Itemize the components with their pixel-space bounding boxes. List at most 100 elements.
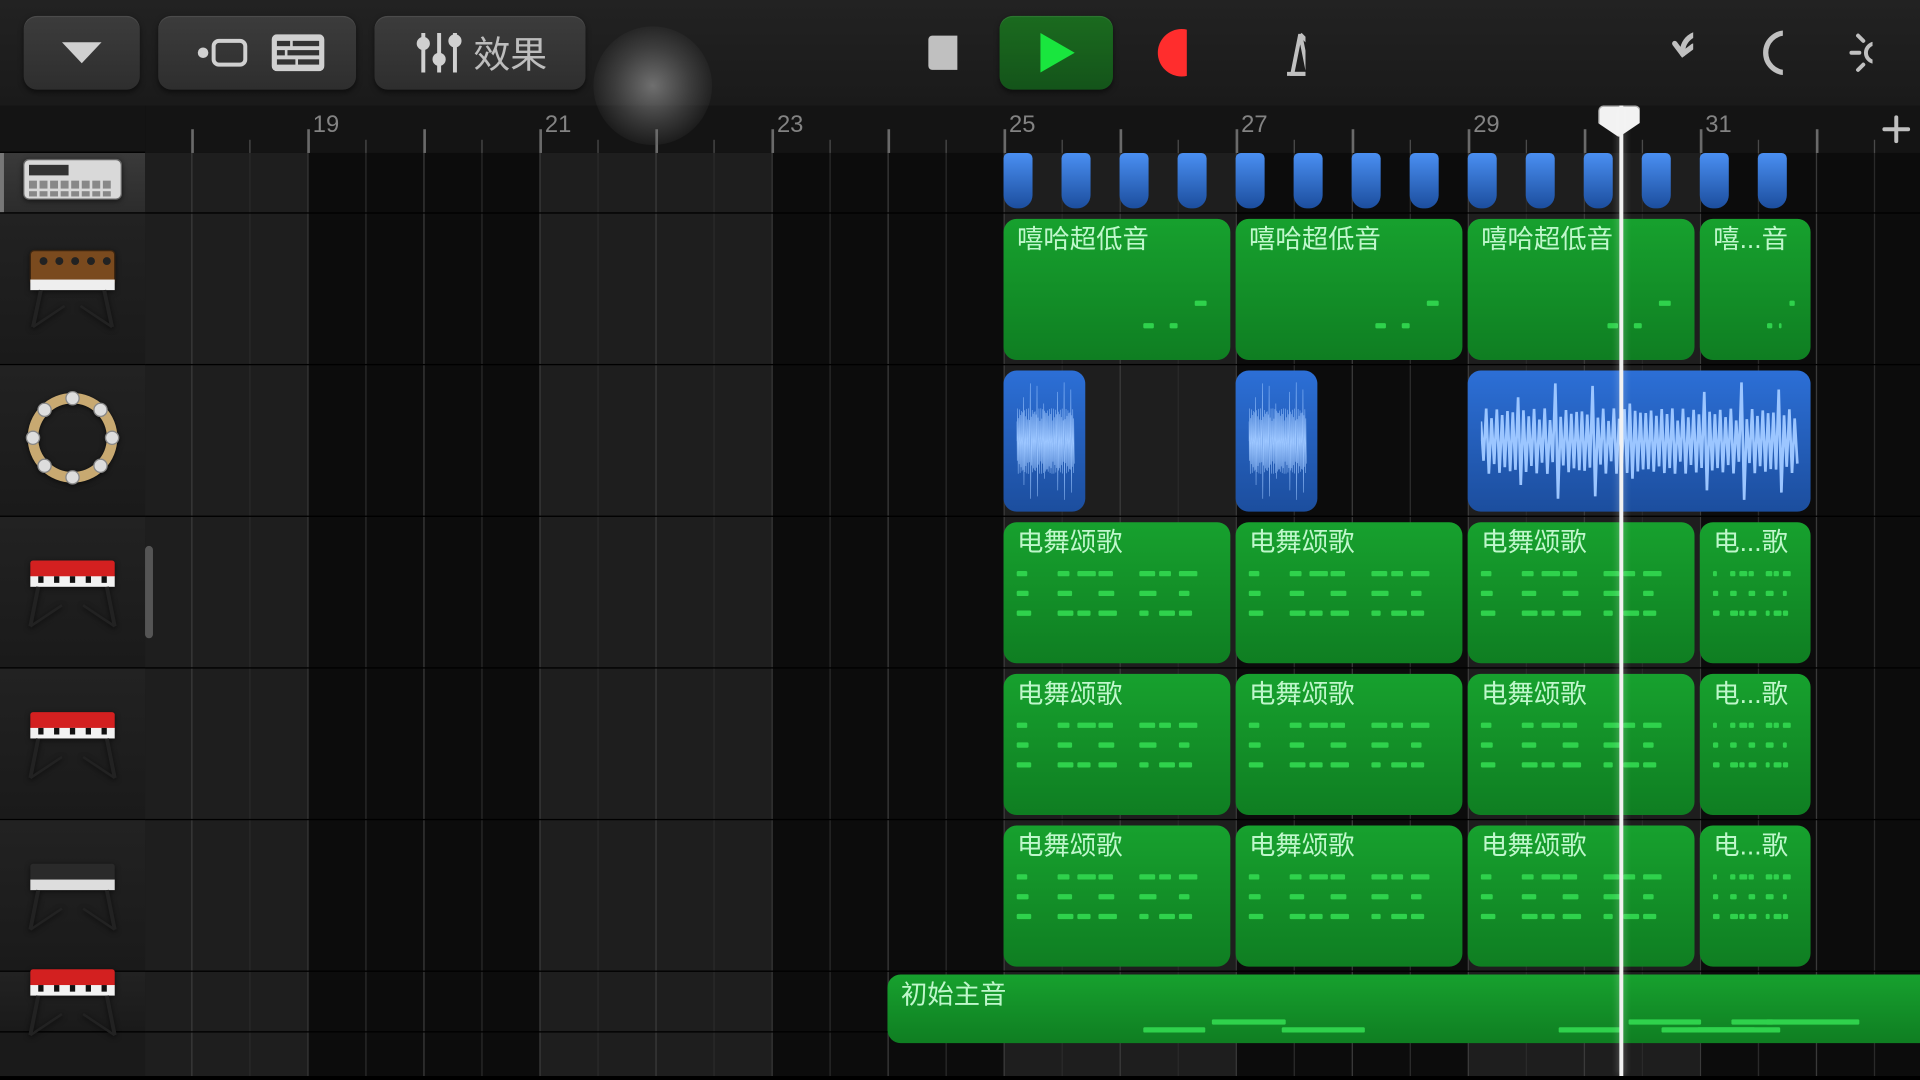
playhead[interactable] — [1619, 105, 1623, 1076]
bar-label: 27 — [1241, 111, 1267, 139]
drum-hit[interactable] — [1410, 153, 1439, 208]
keys-red-icon — [20, 698, 125, 789]
drum-hit[interactable] — [1584, 153, 1613, 208]
view-switch-button[interactable] — [158, 16, 356, 90]
region-tambourine[interactable] — [1236, 371, 1318, 512]
track-row-keys2[interactable]: 电舞颂歌电舞颂歌电舞颂歌电...歌 — [145, 669, 1920, 821]
tracks-area[interactable]: 嘻哈超低音嘻哈超低音嘻哈超低音嘻...音电舞颂歌电舞颂歌电舞颂歌电...歌电舞颂… — [145, 153, 1920, 1076]
ruler[interactable]: 1921232527293133 — [145, 105, 1920, 152]
region-label: 嘻哈超低音 — [1481, 224, 1684, 256]
region-label: 嘻哈超低音 — [1017, 224, 1220, 256]
track-header-drummachine[interactable] — [0, 153, 145, 214]
region-label: 电舞颂歌 — [1249, 527, 1452, 559]
region-anthem[interactable]: 电...歌 — [1700, 825, 1811, 966]
region-label: 电舞颂歌 — [1249, 831, 1452, 863]
ruler-spacer — [0, 105, 145, 152]
drum-hit[interactable] — [1352, 153, 1381, 208]
region-bass[interactable]: 嘻哈超低音 — [1468, 219, 1695, 360]
loop-button[interactable] — [1735, 16, 1806, 90]
region-label: 电...歌 — [1713, 679, 1800, 711]
drum-hit[interactable] — [1526, 153, 1555, 208]
region-bass[interactable]: 嘻哈超低音 — [1236, 219, 1463, 360]
track-header-keys1[interactable] — [0, 517, 145, 669]
region-anthem[interactable]: 电舞颂歌 — [1004, 674, 1231, 815]
track-scroll-handle[interactable] — [145, 546, 153, 638]
track-row-tamb[interactable] — [145, 365, 1920, 517]
browser-menu-button[interactable] — [24, 16, 140, 90]
region-bass[interactable]: 嘻哈超低音 — [1004, 219, 1231, 360]
add-track-button[interactable] — [1878, 111, 1915, 148]
bar-label: 31 — [1705, 111, 1731, 139]
track-row-keys3[interactable]: 电舞颂歌电舞颂歌电舞颂歌电...歌 — [145, 820, 1920, 972]
drum-hit[interactable] — [1468, 153, 1497, 208]
region-anthem[interactable]: 电舞颂歌 — [1468, 674, 1695, 815]
region-anthem[interactable]: 电舞颂歌 — [1004, 825, 1231, 966]
track-header-keys2[interactable] — [0, 669, 145, 821]
synth-icon — [20, 239, 125, 338]
region-anthem[interactable]: 电舞颂歌 — [1236, 825, 1463, 966]
stop-button[interactable] — [902, 16, 981, 90]
tambourine-icon — [22, 387, 122, 494]
track-headers — [0, 105, 145, 1076]
bar-label: 25 — [1009, 111, 1035, 139]
play-button[interactable] — [1000, 16, 1113, 90]
drum-hit[interactable] — [1062, 153, 1091, 208]
region-content — [1017, 258, 1220, 354]
region-content — [1713, 865, 1800, 961]
track-row-keys4[interactable]: 初始主音 — [145, 972, 1920, 1033]
region-content — [1713, 713, 1800, 809]
keys-red-small-icon — [20, 956, 125, 1047]
track-row-synth[interactable]: 嘻哈超低音嘻哈超低音嘻哈超低音嘻...音 — [145, 214, 1920, 366]
region-label: 嘻哈超低音 — [1249, 224, 1452, 256]
region-content — [1481, 713, 1684, 809]
region-label: 电...歌 — [1713, 527, 1800, 559]
region-content — [1713, 258, 1800, 354]
track-header-tamb[interactable] — [0, 365, 145, 517]
workarea: 1921232527293133 嘻哈超低音嘻哈超低音嘻哈超低音嘻...音电舞颂… — [0, 105, 1920, 1076]
region-content — [1481, 562, 1684, 658]
region-bass[interactable]: 嘻...音 — [1700, 219, 1811, 360]
region-label: 电舞颂歌 — [1249, 679, 1452, 711]
region-label: 电舞颂歌 — [1017, 831, 1220, 863]
drum-hit[interactable] — [1120, 153, 1149, 208]
record-button[interactable] — [1131, 16, 1210, 90]
region-anthem[interactable]: 电舞颂歌 — [1468, 522, 1695, 663]
toolbar: 效果 — [0, 0, 1920, 105]
drum-hit[interactable] — [1236, 153, 1265, 208]
track-row-drummachine[interactable] — [145, 153, 1920, 214]
drum-hit[interactable] — [1758, 153, 1787, 208]
region-anthem[interactable]: 电舞颂歌 — [1468, 825, 1695, 966]
region-tambourine[interactable] — [1004, 371, 1086, 512]
tracks-view-icon — [272, 34, 325, 71]
drummachine-icon — [21, 157, 124, 208]
mixer-fx-button[interactable]: 效果 — [375, 16, 586, 90]
drum-hit[interactable] — [1004, 153, 1033, 208]
gear-icon — [1849, 26, 1873, 79]
region-tambourine[interactable] — [1468, 371, 1811, 512]
track-header-synth[interactable] — [0, 214, 145, 366]
track-header-keys4[interactable] — [0, 972, 145, 1033]
region-label: 电舞颂歌 — [1481, 527, 1684, 559]
region-anthem[interactable]: 电舞颂歌 — [1004, 522, 1231, 663]
region-lead[interactable]: 初始主音 — [888, 975, 1920, 1044]
settings-button[interactable] — [1825, 16, 1896, 90]
undo-button[interactable] — [1646, 16, 1717, 90]
region-anthem[interactable]: 电舞颂歌 — [1236, 674, 1463, 815]
region-content — [1249, 258, 1452, 354]
drum-hit[interactable] — [1294, 153, 1323, 208]
bar-label: 19 — [313, 111, 339, 139]
region-anthem[interactable]: 电舞颂歌 — [1236, 522, 1463, 663]
drum-hit[interactable] — [1178, 153, 1207, 208]
bar-label: 21 — [545, 111, 571, 139]
timeline[interactable]: 1921232527293133 嘻哈超低音嘻哈超低音嘻哈超低音嘻...音电舞颂… — [145, 105, 1920, 1076]
region-anthem[interactable]: 电...歌 — [1700, 522, 1811, 663]
metronome-button[interactable] — [1250, 16, 1329, 90]
region-label: 初始主音 — [901, 980, 1920, 1012]
region-anthem[interactable]: 电...歌 — [1700, 674, 1811, 815]
track-row-keys1[interactable]: 电舞颂歌电舞颂歌电舞颂歌电...歌 — [145, 517, 1920, 669]
track-header-keys3[interactable] — [0, 820, 145, 972]
drum-hit[interactable] — [1642, 153, 1671, 208]
record-icon — [1155, 26, 1187, 79]
keys-dark-icon — [20, 850, 125, 941]
drum-hit[interactable] — [1700, 153, 1729, 208]
